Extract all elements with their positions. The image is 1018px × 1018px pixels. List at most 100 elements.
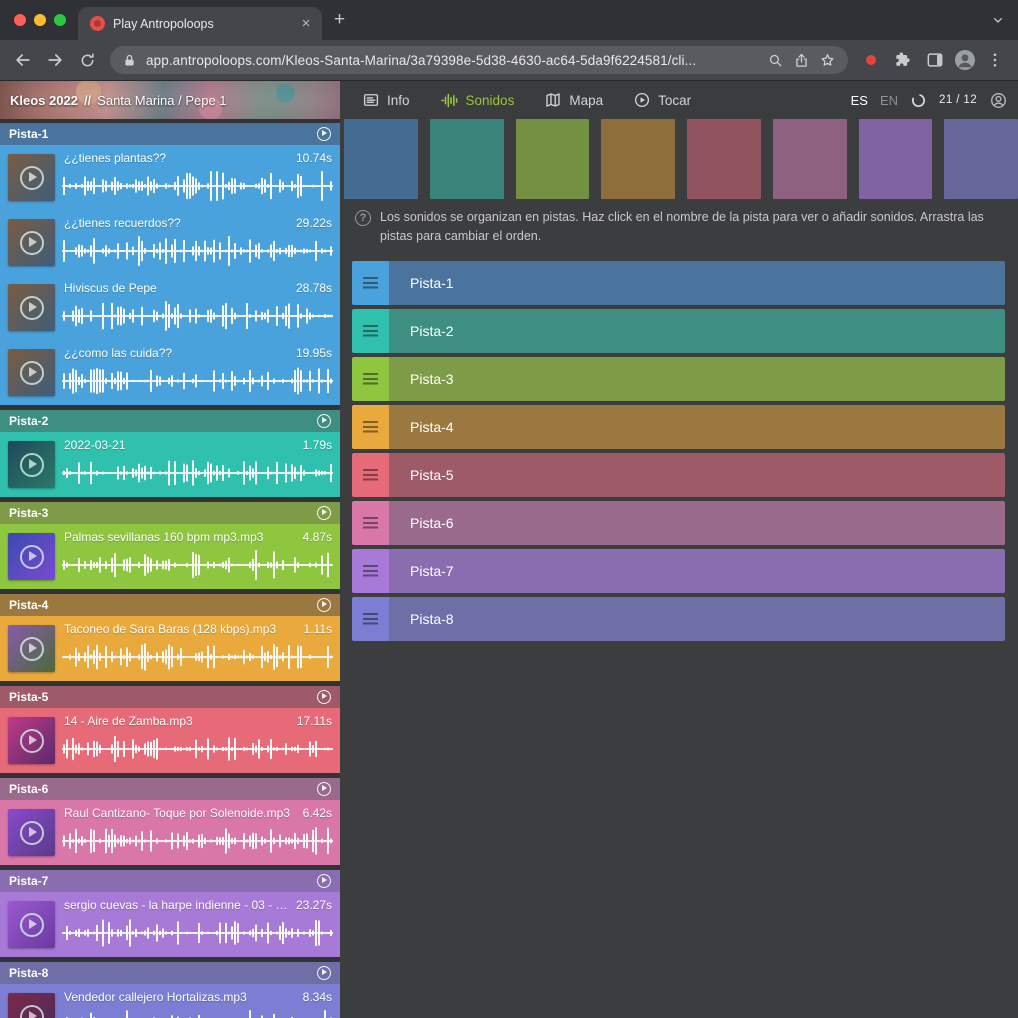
track-row-body[interactable]: Pista-7 bbox=[389, 549, 1005, 593]
clip-thumbnail[interactable] bbox=[8, 993, 55, 1018]
track-row-body[interactable]: Pista-5 bbox=[389, 453, 1005, 497]
track-row-body[interactable]: Pista-2 bbox=[389, 309, 1005, 353]
sound-clip[interactable]: Raul Cantizano- Toque por Solenoide.mp36… bbox=[0, 800, 340, 865]
sound-clip[interactable]: 14 - Aire de Zamba.mp317.11s bbox=[0, 708, 340, 773]
track-color-swatch[interactable] bbox=[773, 119, 847, 199]
nav-tab-mapa[interactable]: Mapa bbox=[544, 91, 603, 109]
drag-handle[interactable] bbox=[352, 597, 389, 641]
drag-handle[interactable] bbox=[352, 501, 389, 545]
share-icon[interactable] bbox=[793, 52, 810, 69]
track-color-swatch[interactable] bbox=[859, 119, 933, 199]
drag-handle[interactable] bbox=[352, 357, 389, 401]
browser-profile-avatar[interactable] bbox=[952, 47, 978, 73]
drag-handle[interactable] bbox=[352, 309, 389, 353]
bookmark-star-icon[interactable] bbox=[819, 52, 836, 69]
zoom-icon[interactable] bbox=[767, 52, 784, 69]
account-icon[interactable] bbox=[989, 91, 1008, 110]
lang-es-button[interactable]: ES bbox=[851, 93, 868, 108]
extensions-puzzle-icon[interactable] bbox=[888, 45, 918, 75]
sound-clip[interactable]: Taconeo de Sara Baras (128 kbps).mp31.11… bbox=[0, 616, 340, 681]
track-row[interactable]: Pista-4 bbox=[352, 405, 1005, 449]
tab-search-chevron-icon[interactable] bbox=[990, 12, 1006, 28]
track-color-swatch[interactable] bbox=[430, 119, 504, 199]
side-panel-icon[interactable] bbox=[920, 45, 950, 75]
sound-clip[interactable]: 2022-03-211.79s bbox=[0, 432, 340, 497]
nav-tab-sonidos[interactable]: Sonidos bbox=[440, 91, 515, 110]
browser-menu-dots-icon[interactable] bbox=[980, 45, 1010, 75]
clip-thumbnail[interactable] bbox=[8, 154, 55, 201]
tab-close-icon[interactable]: × bbox=[298, 16, 314, 32]
track-row-body[interactable]: Pista-3 bbox=[389, 357, 1005, 401]
track-name: Pista-3 bbox=[9, 506, 48, 520]
track-color-swatch[interactable] bbox=[687, 119, 761, 199]
drag-handle-icon bbox=[363, 469, 378, 481]
new-tab-button[interactable]: + bbox=[334, 10, 345, 29]
nav-tab-info[interactable]: Info bbox=[362, 91, 410, 109]
close-window-button[interactable] bbox=[14, 14, 26, 26]
track-header[interactable]: Pista-7 bbox=[0, 870, 340, 892]
lang-en-button[interactable]: EN bbox=[880, 93, 898, 108]
track-color-swatch[interactable] bbox=[601, 119, 675, 199]
sound-clip[interactable]: ¿¿tienes plantas??10.74s bbox=[0, 145, 340, 210]
sound-clip[interactable]: ¿¿como las cuida??19.95s bbox=[0, 340, 340, 405]
track-row[interactable]: Pista-5 bbox=[352, 453, 1005, 497]
address-bar[interactable]: app.antropoloops.com/Kleos-Santa-Marina/… bbox=[110, 46, 848, 74]
clip-thumbnail[interactable] bbox=[8, 349, 55, 396]
track-play-icon[interactable] bbox=[317, 598, 331, 612]
sound-clip[interactable]: ¿¿tienes recuerdos??29.22s bbox=[0, 210, 340, 275]
track-row[interactable]: Pista-1 bbox=[352, 261, 1005, 305]
track-play-icon[interactable] bbox=[317, 874, 331, 888]
minimize-window-button[interactable] bbox=[34, 14, 46, 26]
track-play-icon[interactable] bbox=[317, 690, 331, 704]
track-header[interactable]: Pista-1 bbox=[0, 123, 340, 145]
track-header[interactable]: Pista-8 bbox=[0, 962, 340, 984]
record-extension-icon[interactable] bbox=[856, 45, 886, 75]
clip-thumbnail[interactable] bbox=[8, 441, 55, 488]
track-header[interactable]: Pista-6 bbox=[0, 778, 340, 800]
track-color-swatch[interactable] bbox=[516, 119, 590, 199]
track-row[interactable]: Pista-7 bbox=[352, 549, 1005, 593]
sound-clip[interactable]: Hiviscus de Pepe28.78s bbox=[0, 275, 340, 340]
sound-clip[interactable]: Vendedor callejero Hortalizas.mp38.34s bbox=[0, 984, 340, 1018]
nav-tab-tocar[interactable]: Tocar bbox=[633, 91, 691, 109]
track-row[interactable]: Pista-2 bbox=[352, 309, 1005, 353]
track-play-icon[interactable] bbox=[317, 506, 331, 520]
forward-icon[interactable] bbox=[40, 45, 70, 75]
breadcrumb[interactable]: Kleos 2022 // Santa Marina / Pepe 1 bbox=[0, 81, 340, 119]
track-row[interactable]: Pista-8 bbox=[352, 597, 1005, 641]
track-row[interactable]: Pista-6 bbox=[352, 501, 1005, 545]
clip-thumbnail[interactable] bbox=[8, 284, 55, 331]
track-row-body[interactable]: Pista-6 bbox=[389, 501, 1005, 545]
track-play-icon[interactable] bbox=[317, 414, 331, 428]
sound-clip[interactable]: Palmas sevillanas 160 bpm mp3.mp34.87s bbox=[0, 524, 340, 589]
sound-clip[interactable]: sergio cuevas - la harpe indienne - 03 -… bbox=[0, 892, 340, 957]
back-icon[interactable] bbox=[8, 45, 38, 75]
clip-thumbnail[interactable] bbox=[8, 625, 55, 672]
track-header[interactable]: Pista-4 bbox=[0, 594, 340, 616]
fullscreen-window-button[interactable] bbox=[54, 14, 66, 26]
clip-thumbnail[interactable] bbox=[8, 901, 55, 948]
clip-thumbnail[interactable] bbox=[8, 809, 55, 856]
browser-tab[interactable]: Play Antropoloops × bbox=[78, 7, 322, 40]
clip-thumbnail[interactable] bbox=[8, 219, 55, 266]
clip-thumbnail[interactable] bbox=[8, 533, 55, 580]
track-row-body[interactable]: Pista-8 bbox=[389, 597, 1005, 641]
track-header[interactable]: Pista-2 bbox=[0, 410, 340, 432]
track-header[interactable]: Pista-3 bbox=[0, 502, 340, 524]
clip-thumbnail[interactable] bbox=[8, 717, 55, 764]
drag-handle[interactable] bbox=[352, 261, 389, 305]
track-play-icon[interactable] bbox=[317, 966, 331, 980]
track-color-swatch[interactable] bbox=[944, 119, 1018, 199]
track-play-icon[interactable] bbox=[317, 782, 331, 796]
track-color-swatch[interactable] bbox=[344, 119, 418, 199]
track-row[interactable]: Pista-3 bbox=[352, 357, 1005, 401]
reload-icon[interactable] bbox=[72, 45, 102, 75]
track-play-icon[interactable] bbox=[317, 127, 331, 141]
drag-handle[interactable] bbox=[352, 549, 389, 593]
drag-handle[interactable] bbox=[352, 453, 389, 497]
track-row-body[interactable]: Pista-4 bbox=[389, 405, 1005, 449]
track-row-body[interactable]: Pista-1 bbox=[389, 261, 1005, 305]
url-text[interactable]: app.antropoloops.com/Kleos-Santa-Marina/… bbox=[146, 53, 758, 68]
track-header[interactable]: Pista-5 bbox=[0, 686, 340, 708]
drag-handle[interactable] bbox=[352, 405, 389, 449]
